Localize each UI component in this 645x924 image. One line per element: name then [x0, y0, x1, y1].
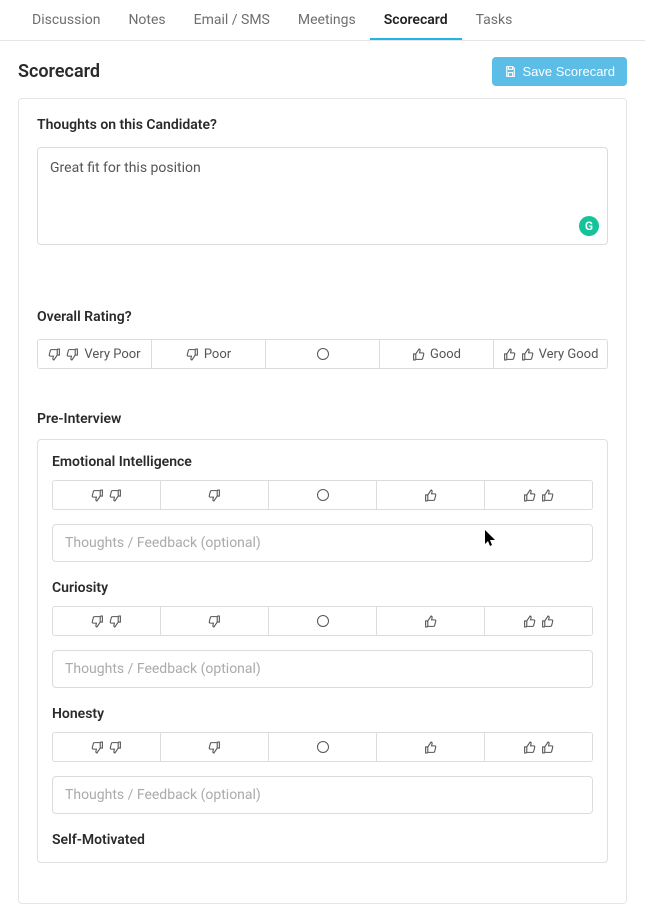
rating-very-poor[interactable]	[53, 607, 161, 635]
item-label: Honesty	[52, 706, 593, 722]
thumb-up-icon	[523, 489, 536, 502]
page-title: Scorecard	[18, 61, 100, 82]
grammarly-icon[interactable]: G	[579, 216, 599, 236]
item-honesty: Honesty	[52, 706, 593, 832]
rating-very-poor[interactable]	[53, 481, 161, 509]
rating-row	[52, 480, 593, 510]
rating-neutral[interactable]	[269, 481, 377, 509]
save-button-label: Save Scorecard	[523, 64, 616, 79]
thoughts-value: Great fit for this position	[50, 160, 595, 176]
thumb-up-icon	[521, 348, 534, 361]
rating-row	[52, 732, 593, 762]
rating-label: Poor	[204, 347, 231, 362]
thumb-down-icon	[208, 741, 221, 754]
thumb-up-icon	[541, 615, 554, 628]
thumb-up-icon	[412, 348, 425, 361]
rating-very-good[interactable]	[485, 607, 592, 635]
rating-neutral[interactable]	[266, 340, 380, 368]
thumb-up-icon	[424, 615, 437, 628]
thumb-down-icon	[91, 615, 104, 628]
rating-label: Very Good	[539, 347, 599, 362]
circle-icon	[317, 489, 329, 501]
save-icon	[504, 65, 517, 78]
rating-row	[52, 606, 593, 636]
rating-poor[interactable]	[161, 733, 269, 761]
rating-very-poor[interactable]	[53, 733, 161, 761]
page-header: Scorecard Save Scorecard	[0, 41, 645, 98]
circle-icon	[317, 741, 329, 753]
circle-icon	[317, 615, 329, 627]
thumb-down-icon	[109, 615, 122, 628]
thumb-up-icon	[503, 348, 516, 361]
thumb-up-icon	[424, 489, 437, 502]
thumb-down-icon	[91, 489, 104, 502]
item-label: Self-Motivated	[52, 832, 593, 848]
pre-interview-card: Emotional Intelligence	[37, 439, 608, 863]
pre-interview-label: Pre-Interview	[37, 411, 608, 427]
rating-very-poor[interactable]: Very Poor	[38, 340, 152, 368]
scorecard-card: Thoughts on this Candidate? Great fit fo…	[18, 98, 627, 904]
rating-good[interactable]	[377, 607, 485, 635]
feedback-input[interactable]	[52, 524, 593, 562]
thumb-up-icon	[541, 741, 554, 754]
tab-notes[interactable]: Notes	[114, 0, 179, 40]
thumb-up-icon	[523, 741, 536, 754]
thumb-down-icon	[109, 489, 122, 502]
save-scorecard-button[interactable]: Save Scorecard	[492, 57, 628, 86]
item-label: Curiosity	[52, 580, 593, 596]
rating-label: Good	[430, 347, 461, 362]
item-emotional-intelligence: Emotional Intelligence	[52, 454, 593, 580]
tab-discussion[interactable]: Discussion	[18, 0, 114, 40]
thumb-down-icon	[186, 348, 199, 361]
thumb-down-icon	[208, 615, 221, 628]
thoughts-textarea[interactable]: Great fit for this position G	[37, 147, 608, 245]
rating-good[interactable]: Good	[380, 340, 494, 368]
thumb-up-icon	[424, 741, 437, 754]
rating-good[interactable]	[377, 481, 485, 509]
item-self-motivated: Self-Motivated	[52, 832, 593, 848]
thumb-down-icon	[66, 348, 79, 361]
tab-bar: Discussion Notes Email / SMS Meetings Sc…	[0, 0, 645, 41]
rating-good[interactable]	[377, 733, 485, 761]
feedback-input[interactable]	[52, 650, 593, 688]
thumb-up-icon	[541, 489, 554, 502]
overall-rating-row: Very Poor Poor Good Very Good	[37, 339, 608, 369]
rating-neutral[interactable]	[269, 733, 377, 761]
rating-poor[interactable]: Poor	[152, 340, 266, 368]
thumb-down-icon	[208, 489, 221, 502]
feedback-input[interactable]	[52, 776, 593, 814]
thoughts-label: Thoughts on this Candidate?	[37, 117, 608, 133]
thumb-down-icon	[91, 741, 104, 754]
rating-very-good[interactable]	[485, 733, 592, 761]
overall-rating-label: Overall Rating?	[37, 309, 608, 325]
rating-label: Very Poor	[84, 347, 140, 362]
tab-email-sms[interactable]: Email / SMS	[180, 0, 284, 40]
rating-neutral[interactable]	[269, 607, 377, 635]
rating-very-good[interactable]	[485, 481, 592, 509]
item-curiosity: Curiosity	[52, 580, 593, 706]
tab-scorecard[interactable]: Scorecard	[370, 0, 462, 40]
thumb-down-icon	[48, 348, 61, 361]
rating-poor[interactable]	[161, 607, 269, 635]
tab-meetings[interactable]: Meetings	[284, 0, 370, 40]
tab-tasks[interactable]: Tasks	[462, 0, 527, 40]
item-label: Emotional Intelligence	[52, 454, 593, 470]
thumb-down-icon	[109, 741, 122, 754]
circle-icon	[317, 348, 329, 360]
rating-very-good[interactable]: Very Good	[494, 340, 607, 368]
rating-poor[interactable]	[161, 481, 269, 509]
thumb-up-icon	[523, 615, 536, 628]
